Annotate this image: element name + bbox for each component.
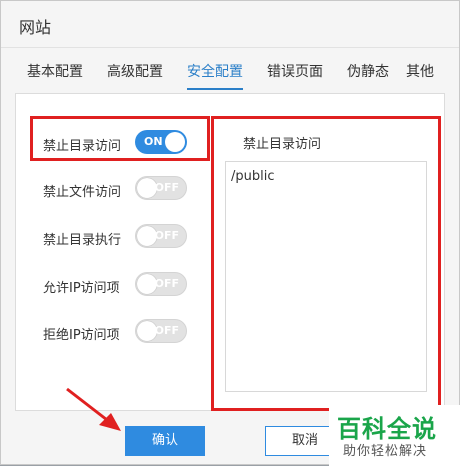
tab-security-config[interactable]: 安全配置 (187, 61, 243, 90)
tab-basic-config[interactable]: 基本配置 (27, 61, 83, 88)
deny-file-toggle[interactable]: OFF (135, 176, 187, 200)
setting-label: 允许IP访问项 (43, 281, 120, 296)
setting-label: 拒绝IP访问项 (43, 328, 120, 343)
deny-exec-toggle[interactable]: OFF (135, 224, 187, 248)
tab-rewrite[interactable]: 伪静态 (347, 61, 389, 88)
dialog-title: 网站 (19, 18, 52, 37)
confirm-button[interactable]: 确认 (125, 426, 205, 456)
tab-bar: 基本配置 高级配置 安全配置 错误页面 伪静态 其他 (1, 53, 459, 90)
toggle-state: OFF (154, 324, 179, 337)
setting-row-deny-exec: 禁止目录执行 OFF (15, 224, 205, 250)
tab-other[interactable]: 其他 (406, 61, 434, 88)
setting-label: 禁止目录执行 (43, 233, 122, 248)
deny-ip-toggle[interactable]: OFF (135, 319, 187, 343)
allow-ip-toggle[interactable]: OFF (135, 272, 187, 296)
highlight-box-toggle (30, 116, 210, 161)
tab-advanced-config[interactable]: 高级配置 (107, 61, 163, 88)
toggle-state: OFF (154, 181, 179, 194)
highlight-box-detail (211, 116, 441, 411)
watermark-main-text: 百科全说 (337, 415, 437, 443)
setting-row-allow-ip: 允许IP访问项 OFF (15, 272, 205, 298)
site-settings-dialog: 网站 基本配置 高级配置 安全配置 错误页面 伪静态 其他 禁止目录访问 ON … (0, 0, 460, 466)
dialog-titlebar: 网站 (1, 1, 459, 48)
setting-row-deny-ip: 拒绝IP访问项 OFF (15, 319, 205, 345)
setting-row-deny-file: 禁止文件访问 OFF (15, 176, 205, 202)
tab-error-pages[interactable]: 错误页面 (267, 61, 323, 88)
setting-label: 禁止文件访问 (43, 185, 122, 200)
red-arrow-icon (66, 387, 121, 431)
toggle-state: OFF (154, 229, 179, 242)
watermark-sub-text: 助你轻松解决 (343, 444, 428, 459)
toggle-state: OFF (154, 277, 179, 290)
watermark-logo: 百科全说 助你轻松解决 (329, 405, 460, 466)
